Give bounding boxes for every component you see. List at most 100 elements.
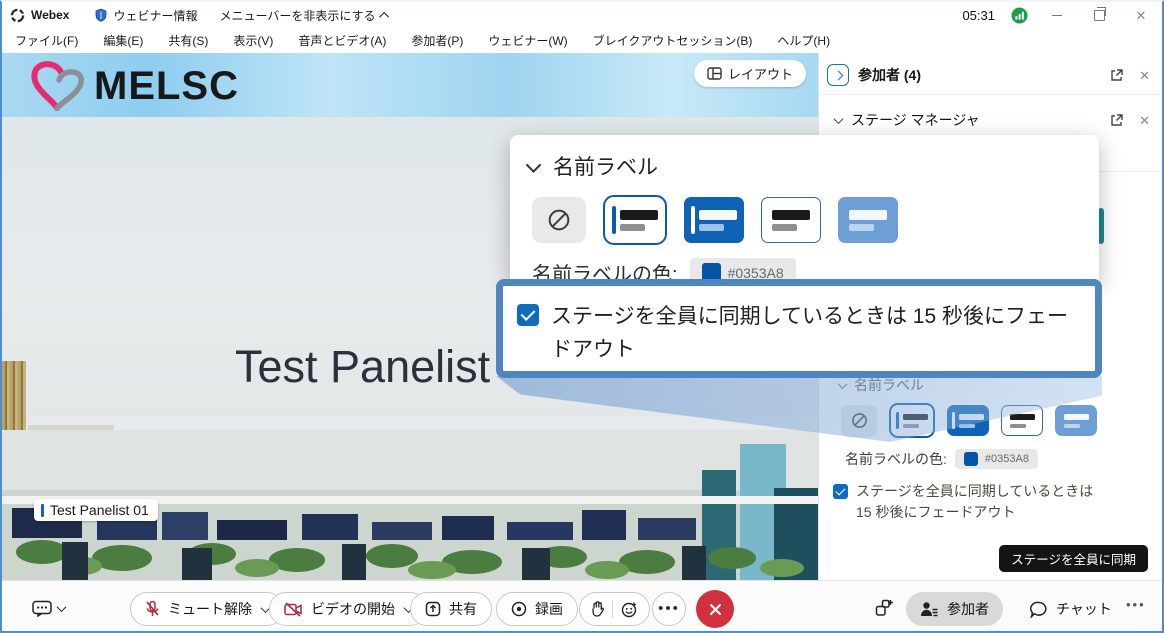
mic-muted-icon: [145, 600, 160, 618]
leave-meeting-icon: [708, 602, 723, 617]
name-label-style-light-plain-button[interactable]: [761, 197, 821, 243]
participants-panel-header: 参加者 (4) ✕: [819, 58, 1164, 92]
sync-fade-checkbox-label: ステージを全員に同期しているときは 15 秒後にフェードアウト: [856, 481, 1108, 523]
name-label-style-light-accent-button[interactable]: [603, 195, 667, 245]
minimize-button[interactable]: [1044, 5, 1070, 25]
badge-label: Test Panelist 01: [50, 502, 149, 518]
color-swatch: [964, 452, 978, 466]
speaker-name-text: Test Panelist: [235, 341, 490, 393]
chevron-up-icon: [379, 11, 389, 21]
stage-manager-title: ステージ マネージャ: [851, 110, 980, 130]
hide-menubar-label: メニューバーを非表示にする: [219, 7, 375, 24]
webinar-info-label: ウェビナー情報: [113, 7, 197, 24]
record-icon: [511, 601, 527, 617]
participants-panel-title: 参加者 (4): [858, 65, 921, 85]
sidebar-divider: [819, 94, 1164, 95]
chat-icon: [1030, 601, 1048, 618]
record-label: 録画: [535, 599, 563, 619]
menu-file[interactable]: ファイル(F): [15, 32, 78, 49]
sync-fade-checkbox[interactable]: [517, 304, 539, 326]
more-options-button[interactable]: •••: [652, 592, 686, 626]
chat-panel-button[interactable]: チャット: [1016, 592, 1126, 626]
unmute-label: ミュート解除: [168, 599, 252, 619]
menu-view[interactable]: 表示(V): [233, 32, 273, 49]
minimize-icon: [1052, 15, 1062, 16]
share-button[interactable]: 共有: [410, 592, 492, 626]
layout-button-label: レイアウト: [728, 64, 793, 83]
shield-icon: [95, 8, 107, 22]
camera-muted-icon: [284, 602, 303, 617]
chat-button-label: チャット: [1056, 599, 1112, 619]
apps-button[interactable]: [874, 598, 894, 618]
webinar-info-button[interactable]: ウェビナー情報: [95, 7, 197, 24]
popout-icon[interactable]: [1109, 113, 1123, 127]
participants-panel-button[interactable]: 参加者: [906, 592, 1003, 626]
captions-button[interactable]: [32, 600, 65, 617]
captions-icon: [32, 600, 52, 617]
leave-meeting-button[interactable]: [696, 590, 734, 628]
reactions-icon[interactable]: [621, 601, 638, 618]
menu-edit[interactable]: 編集(E): [103, 32, 143, 49]
close-panel-icon[interactable]: ✕: [1139, 114, 1150, 127]
menu-share[interactable]: 共有(S): [168, 32, 208, 49]
brand-logo: MELSC: [28, 59, 239, 113]
menu-bar: ファイル(F) 編集(E) 共有(S) 表示(V) 音声とビデオ(A) 参加者(…: [2, 28, 1162, 53]
share-icon: [425, 601, 441, 617]
start-video-label: ビデオの開始: [311, 599, 395, 619]
layout-button[interactable]: レイアウト: [694, 60, 806, 87]
restore-button[interactable]: [1086, 5, 1112, 25]
label-accent-bar: [612, 206, 616, 234]
participants-button-label: 参加者: [947, 599, 989, 619]
magnifier-popup: 名前ラベル 名前ラベルの色: #0353A8: [510, 135, 1099, 282]
restore-icon: [1094, 10, 1105, 21]
name-label-style-translucent-button[interactable]: [1055, 405, 1097, 436]
chevron-down-icon: [57, 602, 67, 612]
menu-help[interactable]: ヘルプ(H): [777, 32, 830, 49]
hide-menubar-button[interactable]: メニューバーを非表示にする: [219, 7, 388, 24]
name-label-style-translucent-button[interactable]: [838, 197, 898, 243]
control-toolbar: ミュート解除 ビデオの開始 共有 録画 •••: [2, 580, 1162, 633]
participants-icon: [920, 601, 939, 618]
chevron-down-icon: [526, 157, 542, 173]
popup-name-label-header[interactable]: 名前ラベル: [510, 135, 1099, 181]
share-label: 共有: [449, 599, 477, 619]
menu-breakout[interactable]: ブレイクアウトセッション(B): [593, 32, 753, 49]
name-label-style-none-button[interactable]: [532, 197, 586, 243]
webex-window: Webex ウェビナー情報 メニューバーを非表示にする 05:31 ✕ ファイル…: [0, 0, 1164, 633]
sync-fade-checkbox[interactable]: [833, 484, 848, 499]
chevron-right-icon: [833, 70, 843, 80]
menu-audio-video[interactable]: 音声とビデオ(A): [298, 32, 386, 49]
heart-logo-icon: [28, 59, 86, 113]
sync-stage-to-all-button[interactable]: ステージを全員に同期: [999, 545, 1148, 572]
reactions-group: [579, 592, 650, 626]
speaker-name-badge: Test Panelist 01: [34, 499, 158, 521]
sync-fade-checkbox-label: ステージを全員に同期しているときは 15 秒後にフェードアウト: [551, 301, 1081, 371]
brand-name: MELSC: [94, 64, 239, 109]
name-label-color-label: 名前ラベルの色:: [845, 449, 947, 469]
popout-icon[interactable]: [1109, 68, 1123, 82]
start-video-button[interactable]: ビデオの開始: [269, 592, 427, 626]
prohibited-icon: [547, 208, 571, 232]
menu-webinar[interactable]: ウェビナー(W): [488, 32, 567, 49]
close-button[interactable]: ✕: [1128, 5, 1154, 25]
sync-fade-checkbox-row: ステージを全員に同期しているときは 15 秒後にフェードアウト: [819, 481, 1164, 523]
expand-participants-button[interactable]: [827, 64, 849, 86]
unmute-button[interactable]: ミュート解除: [130, 592, 284, 626]
name-label-style-blue-accent-button[interactable]: [684, 197, 744, 243]
raise-hand-icon[interactable]: [591, 601, 604, 617]
name-label-color-picker[interactable]: #0353A8: [955, 449, 1038, 469]
menu-participants[interactable]: 参加者(P): [411, 32, 463, 49]
title-bar: Webex ウェビナー情報 メニューバーを非表示にする 05:31 ✕: [2, 2, 1162, 28]
connection-quality-icon[interactable]: [1011, 7, 1028, 24]
divider: [612, 600, 613, 618]
webex-logo: Webex: [10, 8, 95, 23]
record-button[interactable]: 録画: [496, 592, 578, 626]
stage-manager-panel-header: ステージ マネージャ ✕: [819, 103, 1164, 137]
badge-accent-bar: [41, 504, 44, 517]
close-panel-icon[interactable]: ✕: [1139, 69, 1150, 82]
webex-logo-icon: [10, 8, 25, 23]
name-label-color-row: 名前ラベルの色: #0353A8: [819, 449, 1164, 469]
popup-name-label-title: 名前ラベル: [553, 151, 658, 181]
popup-style-row: [510, 181, 1099, 245]
chevron-down-icon[interactable]: [834, 114, 844, 124]
